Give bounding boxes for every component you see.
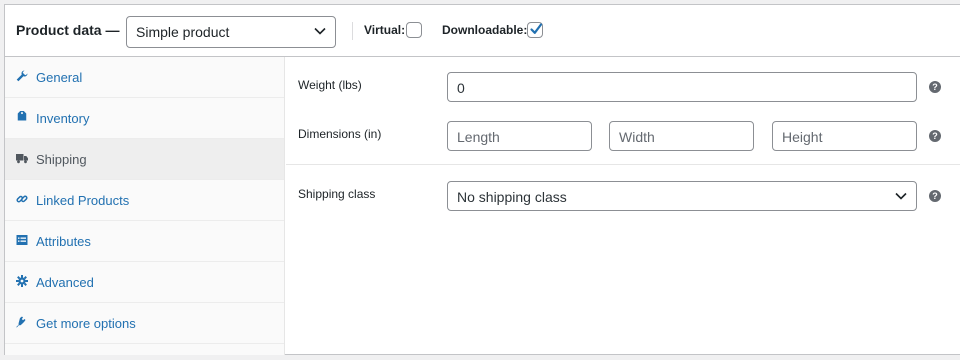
tab-advanced[interactable]: Advanced xyxy=(5,262,284,303)
tab-general[interactable]: General xyxy=(5,57,284,98)
wrench-icon xyxy=(16,70,28,82)
shipping-class-select[interactable]: No shipping class xyxy=(447,181,917,211)
dimensions-help-icon[interactable]: ? xyxy=(929,130,941,142)
tab-label: Inventory xyxy=(36,111,90,126)
list-icon xyxy=(16,235,28,245)
tag-icon xyxy=(17,111,27,121)
product-data-title: Product data — xyxy=(16,22,120,38)
link-icon xyxy=(16,195,28,203)
chevron-down-icon xyxy=(895,192,907,200)
tab-label: Attributes xyxy=(36,234,91,249)
downloadable-checkbox[interactable] xyxy=(527,22,543,38)
weight-input[interactable]: 0 xyxy=(447,72,917,102)
truck-icon xyxy=(16,154,28,164)
weight-value: 0 xyxy=(457,80,465,96)
product-type-select[interactable]: Simple product xyxy=(126,16,336,48)
weight-label: Weight (lbs) xyxy=(298,78,362,92)
downloadable-label: Downloadable: xyxy=(442,23,528,37)
dimensions-label: Dimensions (in) xyxy=(298,127,382,141)
width-input[interactable]: Width xyxy=(609,121,754,151)
tab-label: Linked Products xyxy=(36,193,130,208)
tab-label: Get more options xyxy=(36,316,136,331)
length-placeholder: Length xyxy=(457,129,500,145)
tab-label: General xyxy=(36,70,83,85)
section-divider xyxy=(286,164,960,165)
shipping-class-label: Shipping class xyxy=(298,187,376,201)
product-data-header: Product data — Simple product Virtual: D… xyxy=(5,5,960,57)
width-placeholder: Width xyxy=(619,129,655,145)
plugin-icon xyxy=(16,316,26,328)
tab-inventory[interactable]: Inventory xyxy=(5,98,284,139)
virtual-label: Virtual: xyxy=(364,23,406,37)
weight-help-icon[interactable]: ? xyxy=(929,81,941,93)
virtual-checkbox[interactable] xyxy=(406,22,422,38)
height-placeholder: Height xyxy=(782,129,823,145)
product-type-value: Simple product xyxy=(136,24,230,40)
shipping-class-help-icon[interactable]: ? xyxy=(929,190,941,202)
chevron-down-icon xyxy=(314,27,326,35)
length-input[interactable]: Length xyxy=(447,121,592,151)
header-divider xyxy=(352,22,353,40)
shipping-class-value: No shipping class xyxy=(457,189,567,205)
height-input[interactable]: Height xyxy=(772,121,917,151)
tab-attributes[interactable]: Attributes xyxy=(5,221,284,262)
product-data-tabs: General Inventory Shipping Linked Produc… xyxy=(5,57,285,355)
gear-icon xyxy=(16,275,28,287)
tab-linked-products[interactable]: Linked Products xyxy=(5,180,284,221)
tab-shipping[interactable]: Shipping xyxy=(5,139,284,180)
product-data-panel: Product data — Simple product Virtual: D… xyxy=(4,4,960,355)
tab-label: Advanced xyxy=(36,275,94,290)
checkmark-icon xyxy=(530,23,543,34)
tab-label: Shipping xyxy=(36,152,87,167)
tab-get-more-options[interactable]: Get more options xyxy=(5,303,284,344)
